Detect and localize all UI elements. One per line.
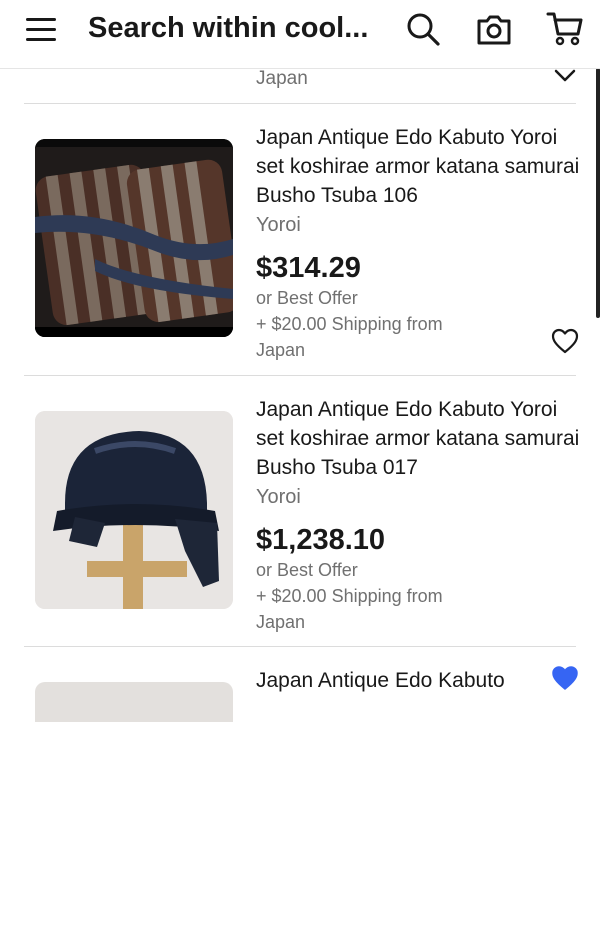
watch-heart-icon[interactable] <box>551 328 579 354</box>
list-item-partial[interactable]: Japan <box>0 68 600 104</box>
item-shipping: + $20.00 Shipping from <box>256 586 443 606</box>
item-price: $314.29 <box>256 252 361 284</box>
top-bar: Search within cool... <box>0 0 600 69</box>
item-location: Japan <box>256 612 306 632</box>
item-offer: or Best Offer <box>256 560 358 580</box>
list-item[interactable]: Japan Antique Edo Kabuto <box>0 666 600 936</box>
chevron-down-icon[interactable] <box>553 68 577 84</box>
item-image[interactable] <box>35 682 233 722</box>
item-image[interactable] <box>35 411 233 609</box>
divider <box>24 375 576 376</box>
item-price: $1,238.10 <box>256 524 386 556</box>
item-title[interactable]: Japan Antique Edo Kabuto <box>256 666 586 695</box>
menu-icon[interactable] <box>26 16 56 42</box>
search-icon[interactable] <box>404 10 442 48</box>
item-title[interactable]: Japan Antique Edo Kabuto Yoroi set koshi… <box>256 395 586 482</box>
search-input[interactable]: Search within cool... <box>88 10 368 46</box>
list-item[interactable]: Japan Antique Edo Kabuto Yoroi set koshi… <box>0 123 600 393</box>
armor-photo <box>35 139 233 337</box>
helmet-photo <box>35 411 233 609</box>
item-title[interactable]: Japan Antique Edo Kabuto Yoroi set koshi… <box>256 123 586 210</box>
item-location: Japan <box>256 340 306 360</box>
item-shipping: + $20.00 Shipping from <box>256 314 443 334</box>
cart-icon[interactable] <box>546 10 584 48</box>
camera-icon[interactable] <box>475 10 513 48</box>
list-item[interactable]: Japan Antique Edo Kabuto Yoroi set koshi… <box>0 395 600 690</box>
divider <box>24 646 576 647</box>
item-image[interactable] <box>35 139 233 337</box>
item-subtitle: Yoroi <box>256 486 301 508</box>
divider <box>24 103 576 104</box>
item-offer: or Best Offer <box>256 288 358 308</box>
item-location: Japan <box>256 68 308 89</box>
item-subtitle: Yoroi <box>256 214 301 236</box>
